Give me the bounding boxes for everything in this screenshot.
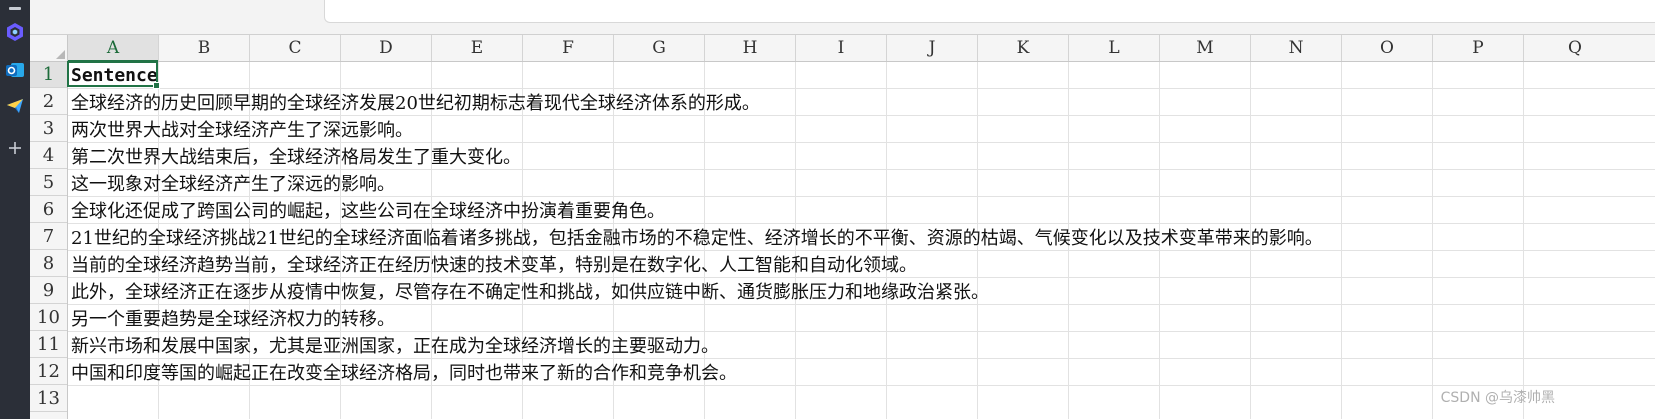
cell-a12[interactable]: 中国和印度等国的崛起正在改变全球经济格局，同时也带来了新的合作和竞争机会。 (71, 359, 737, 385)
cell-a5[interactable]: 这一现象对全球经济产生了深远的影响。 (71, 170, 395, 196)
row-header-8[interactable]: 8 (30, 251, 67, 277)
column-header-c[interactable]: C (250, 35, 341, 61)
row-header-9[interactable]: 9 (30, 278, 67, 304)
column-header: A B C D E F G H I J K L M N O P Q (30, 35, 1655, 62)
column-header-e[interactable]: E (432, 35, 523, 61)
cell-a7[interactable]: 21世纪的全球经济挑战21世纪的全球经济面临着诸多挑战，包括金融市场的不稳定性、… (71, 224, 1323, 250)
app-rail (0, 0, 30, 419)
cell-a2[interactable]: 全球经济的历史回顾早期的全球经济发展20世纪初期标志着现代全球经济体系的形成。 (71, 89, 760, 115)
cell-a3[interactable]: 两次世界大战对全球经济产生了深远影响。 (71, 116, 413, 142)
column-header-h[interactable]: H (705, 35, 796, 61)
column-header-a[interactable]: A (68, 35, 159, 62)
column-header-b[interactable]: B (159, 35, 250, 61)
row-header-2[interactable]: 2 (30, 89, 67, 115)
column-header-j[interactable]: J (887, 35, 978, 61)
column-header-f[interactable]: F (523, 35, 614, 61)
watermark: CSDN @乌漆帅黑 (1440, 390, 1555, 406)
formula-input[interactable] (324, 0, 1655, 23)
active-cell-selection[interactable] (67, 61, 160, 89)
cell-a6[interactable]: 全球化还促成了跨国公司的崛起，这些公司在全球经济中扮演着重要角色。 (71, 197, 665, 223)
column-header-k[interactable]: K (978, 35, 1069, 61)
row-header-13[interactable]: 13 (30, 386, 67, 412)
select-all-corner[interactable] (30, 35, 68, 61)
column-header-p[interactable]: P (1433, 35, 1524, 61)
column-header-o[interactable]: O (1342, 35, 1433, 61)
row-header-4[interactable]: 4 (30, 143, 67, 169)
cell-a10[interactable]: 另一个重要趋势是全球经济权力的转移。 (71, 305, 395, 331)
row-header-10[interactable]: 10 (30, 305, 67, 331)
cell-a4[interactable]: 第二次世界大战结束后，全球经济格局发生了重大变化。 (71, 143, 521, 169)
formula-bar-area (30, 0, 1655, 35)
column-header-q[interactable]: Q (1524, 35, 1655, 61)
column-header-m[interactable]: M (1160, 35, 1251, 61)
row-header-7[interactable]: 7 (30, 224, 67, 250)
outlook-icon[interactable] (3, 58, 27, 82)
row-header-6[interactable]: 6 (30, 197, 67, 223)
add-icon[interactable] (3, 136, 27, 160)
column-header-n[interactable]: N (1251, 35, 1342, 61)
row-header-11[interactable]: 11 (30, 332, 67, 358)
send-icon[interactable] (3, 94, 27, 118)
row-header-5[interactable]: 5 (30, 170, 67, 196)
column-header-g[interactable]: G (614, 35, 705, 61)
cell-a9[interactable]: 此外，全球经济正在逐步从疫情中恢复，尽管存在不确定性和挑战，如供应链中断、通货膨… (71, 278, 989, 304)
row-header-1[interactable]: 1 (30, 62, 67, 88)
cell-a8[interactable]: 当前的全球经济趋势当前，全球经济正在经历快速的技术变革，特别是在数字化、人工智能… (71, 251, 917, 277)
column-header-i[interactable]: I (796, 35, 887, 61)
cell-grid[interactable]: Sentence 全球经济的历史回顾早期的全球经济发展20世纪初期标志着现代全球… (67, 61, 1655, 419)
row-header-12[interactable]: 12 (30, 359, 67, 385)
column-header-l[interactable]: L (1069, 35, 1160, 61)
row-header-3[interactable]: 3 (30, 116, 67, 142)
cell-a11[interactable]: 新兴市场和发展中国家，尤其是亚洲国家，正在成为全球经济增长的主要驱动力。 (71, 332, 719, 358)
row-header: 1 2 3 4 5 6 7 8 9 10 11 12 13 (30, 62, 68, 419)
column-header-d[interactable]: D (341, 35, 432, 61)
copilot-icon[interactable] (3, 20, 27, 44)
